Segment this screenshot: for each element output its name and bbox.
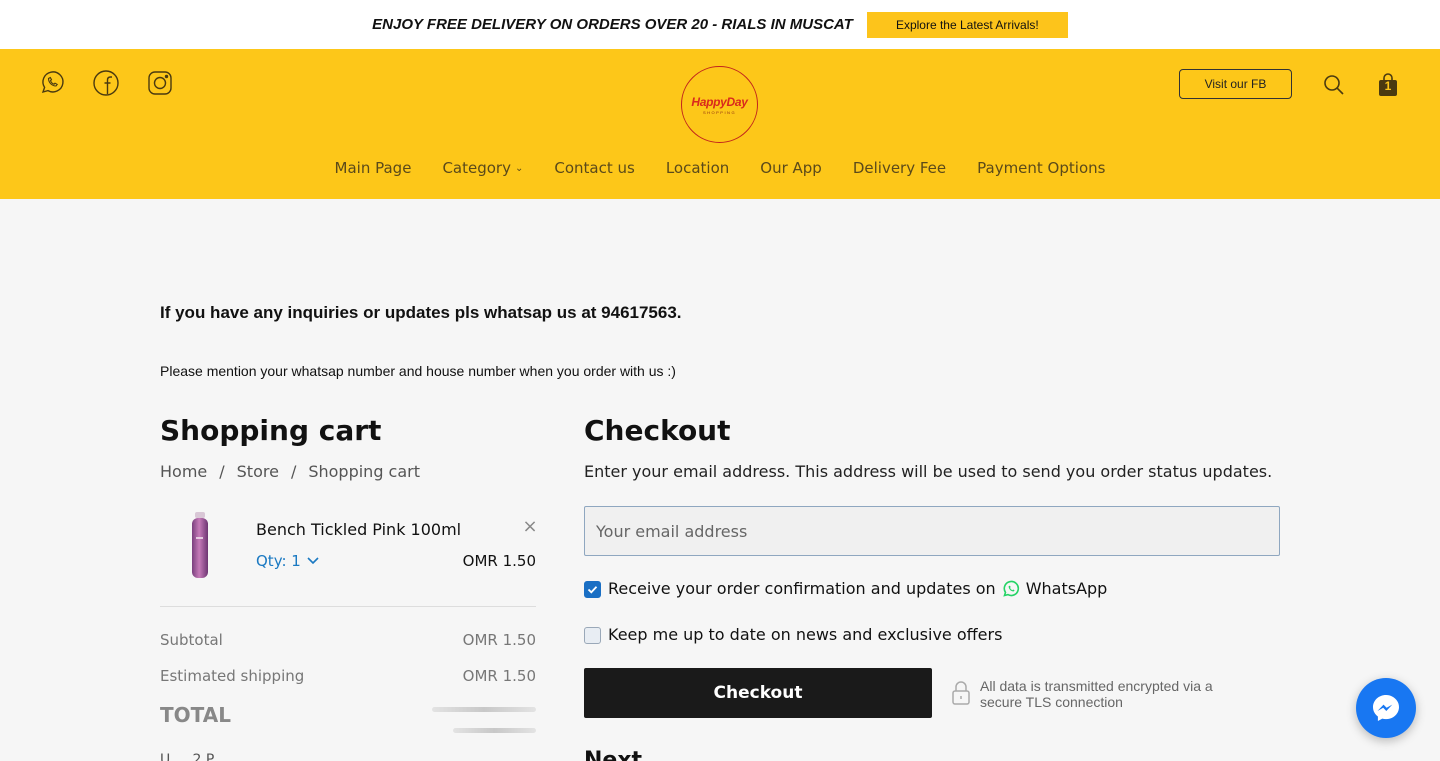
search-icon[interactable] bbox=[1322, 73, 1346, 97]
cart-item-name[interactable]: Bench Tickled Pink 100ml bbox=[256, 520, 461, 539]
secure-connection-text: All data is transmitted encrypted via a … bbox=[980, 678, 1213, 710]
messenger-icon bbox=[1373, 695, 1399, 721]
shipping-label: Estimated shipping bbox=[160, 667, 305, 685]
close-icon[interactable]: × bbox=[521, 518, 539, 536]
announcement-text: ENJOY FREE DELIVERY ON ORDERS OVER 20 - … bbox=[372, 16, 853, 33]
cart-count-badge: 1 bbox=[1384, 79, 1392, 93]
breadcrumb-store[interactable]: Store bbox=[237, 462, 279, 481]
facebook-icon[interactable] bbox=[92, 69, 120, 97]
nav-payment-options[interactable]: Payment Options bbox=[977, 159, 1105, 177]
whatsapp-icon[interactable] bbox=[38, 69, 66, 97]
nav-our-app[interactable]: Our App bbox=[760, 159, 822, 177]
lock-icon bbox=[951, 680, 971, 706]
product-image[interactable] bbox=[183, 511, 217, 581]
qty-label: Qty: 1 bbox=[256, 552, 301, 570]
nav-category[interactable]: Category ⌄ bbox=[442, 159, 523, 177]
explore-arrivals-button[interactable]: Explore the Latest Arrivals! bbox=[866, 11, 1068, 38]
logo-text: HappyDay bbox=[691, 94, 748, 109]
whatsapp-brand-text: WhatsApp bbox=[1025, 579, 1108, 598]
cart-title: Shopping cart bbox=[160, 414, 382, 447]
checkmark-icon bbox=[587, 586, 598, 594]
whatsapp-updates-text: Receive your order confirmation and upda… bbox=[608, 579, 996, 598]
cart-icon[interactable]: 1 bbox=[1376, 73, 1400, 97]
breadcrumb-current: Shopping cart bbox=[308, 462, 421, 481]
checkout-description: Enter your email address. This address w… bbox=[584, 462, 1273, 481]
site-logo[interactable]: HappyDay SHOPPING bbox=[681, 66, 758, 143]
visit-fb-button[interactable]: Visit our FB bbox=[1179, 69, 1292, 99]
breadcrumb-home[interactable]: Home bbox=[160, 462, 207, 481]
announcement-bar: ENJOY FREE DELIVERY ON ORDERS OVER 20 - … bbox=[0, 0, 1440, 49]
divider bbox=[160, 606, 536, 607]
messenger-chat-button[interactable] bbox=[1356, 678, 1416, 738]
nav-delivery-fee[interactable]: Delivery Fee bbox=[853, 159, 946, 177]
total-loading-bar bbox=[432, 707, 536, 712]
total-loading-bar bbox=[453, 728, 536, 733]
whatsapp-updates-checkbox[interactable] bbox=[584, 581, 601, 598]
email-field[interactable] bbox=[584, 506, 1280, 556]
chevron-down-icon: ⌄ bbox=[514, 162, 524, 174]
logo-subtext: SHOPPING bbox=[702, 109, 737, 115]
order-notice: Please mention your whatsap number and h… bbox=[160, 363, 676, 379]
breadcrumb: Home / Store / Shopping cart bbox=[160, 462, 420, 481]
inquiry-notice: If you have any inquiries or updates pls… bbox=[160, 303, 682, 322]
qty-selector[interactable]: Qty: 1 bbox=[256, 552, 319, 570]
newsletter-label: Keep me up to date on news and exclusive… bbox=[608, 625, 1003, 644]
site-header: HappyDay SHOPPING Visit our FB 1 Main Pa… bbox=[0, 49, 1440, 199]
nav-contact-us[interactable]: Contact us bbox=[554, 159, 634, 177]
nav-category-label: Category bbox=[442, 159, 511, 177]
nav-main-page[interactable]: Main Page bbox=[335, 159, 412, 177]
breadcrumb-separator: / bbox=[219, 462, 225, 481]
subtotal-label: Subtotal bbox=[160, 631, 223, 649]
instagram-icon[interactable] bbox=[146, 69, 174, 97]
shipping-value: OMR 1.50 bbox=[462, 667, 536, 685]
whatsapp-icon bbox=[1002, 580, 1019, 597]
nav-location[interactable]: Location bbox=[666, 159, 729, 177]
cart-footer-text: U ... 2 P... bbox=[160, 752, 226, 761]
main-nav: Main Page Category ⌄ Contact us Location… bbox=[0, 159, 1440, 177]
next-section-heading: Next bbox=[584, 748, 643, 761]
breadcrumb-separator: / bbox=[290, 462, 297, 481]
whatsapp-updates-label: Receive your order confirmation and upda… bbox=[608, 579, 1107, 598]
subtotal-value: OMR 1.50 bbox=[462, 631, 536, 649]
newsletter-checkbox[interactable] bbox=[584, 627, 601, 644]
checkout-button[interactable]: Checkout bbox=[584, 668, 932, 718]
checkout-title: Checkout bbox=[584, 414, 731, 447]
total-label: TOTAL bbox=[160, 703, 231, 727]
cart-item-price: OMR 1.50 bbox=[462, 552, 536, 570]
chevron-down-icon bbox=[307, 557, 319, 565]
